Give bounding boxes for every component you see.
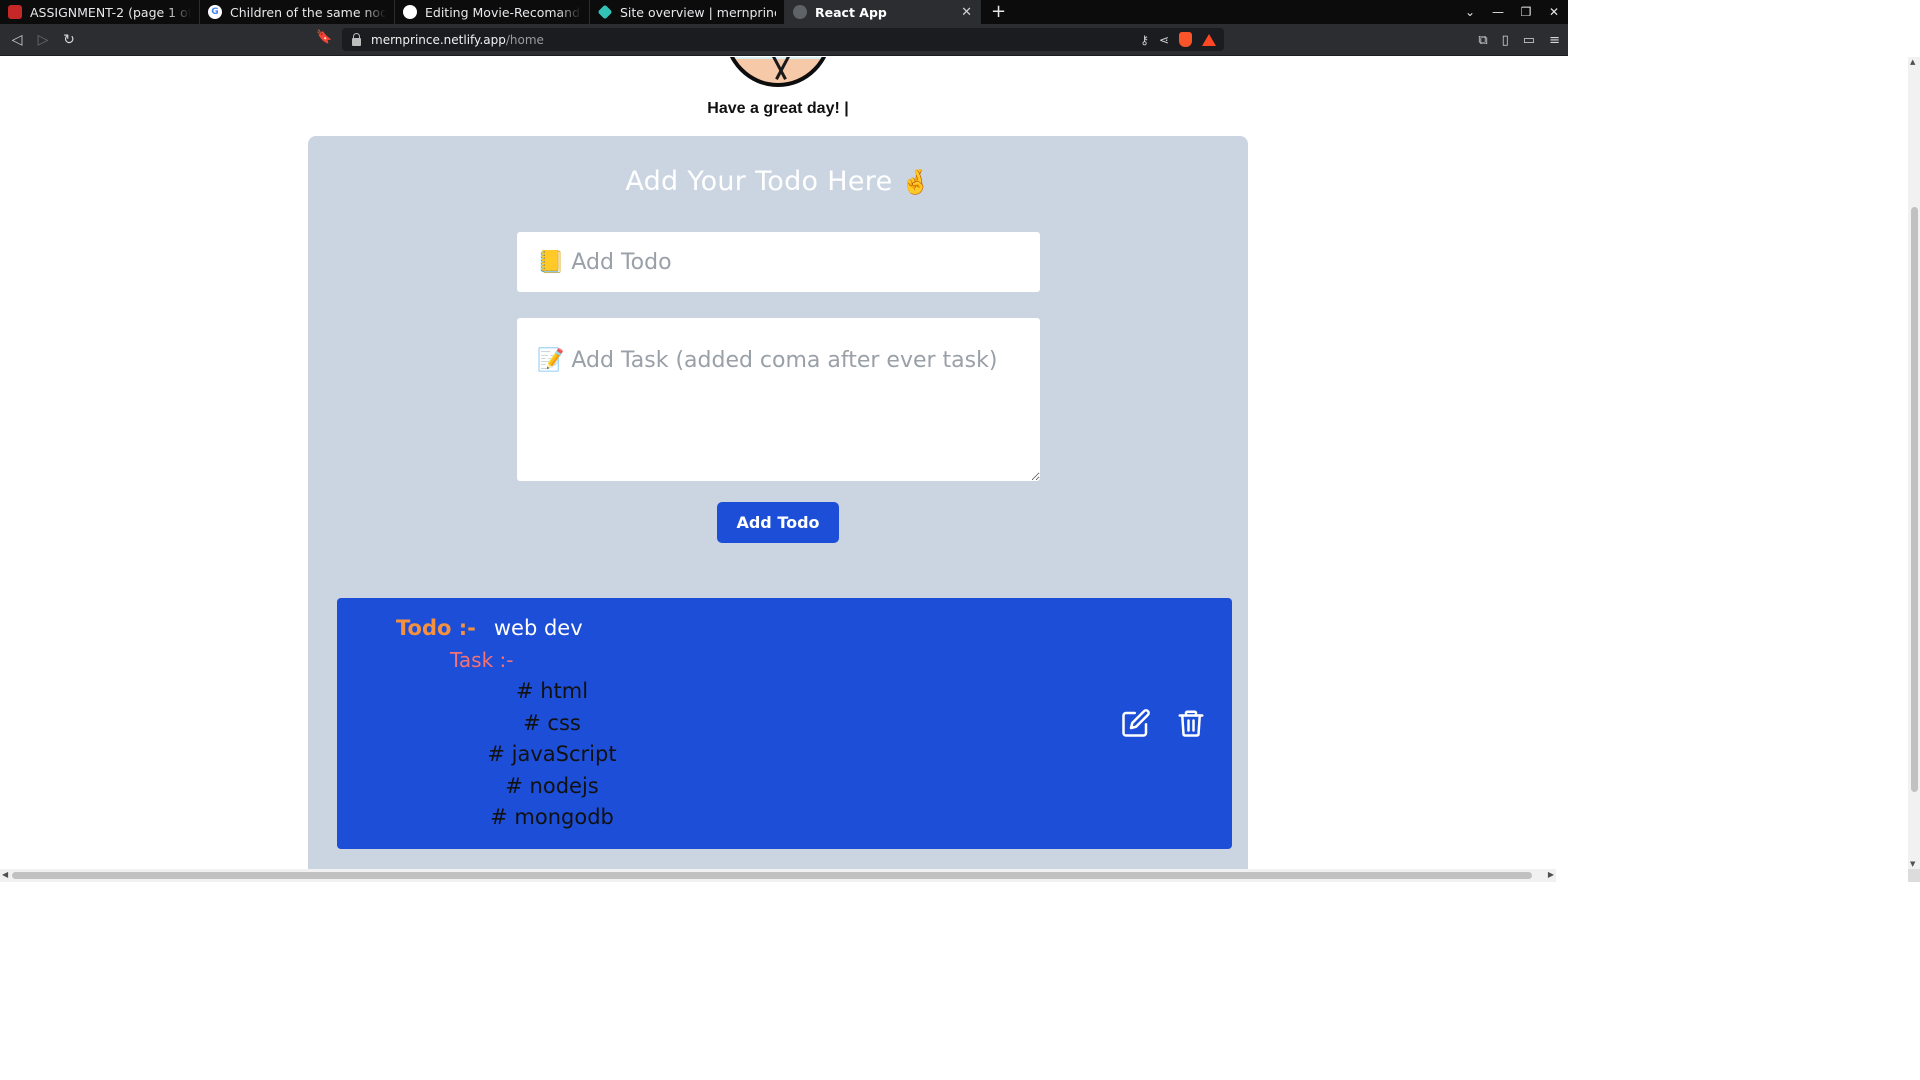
globe-icon <box>793 5 807 19</box>
toolbar-right-buttons: ⧉ ▯ ▭ ≡ <box>1478 24 1560 56</box>
tab-title: Editing Movie-Recomandation <box>425 4 581 20</box>
edit-icon[interactable] <box>1121 708 1151 738</box>
greeting-text: Have a great day! | <box>707 100 849 117</box>
scrollbar-corner <box>1908 869 1920 882</box>
tab-title: Children of the same node are <box>230 4 386 20</box>
url-host: mernprince.netlify.app <box>371 32 506 47</box>
vertical-scroll-thumb[interactable] <box>1911 207 1918 792</box>
netlify-icon <box>597 4 613 20</box>
trash-icon[interactable] <box>1176 708 1206 738</box>
card-title: Add Your Todo Here 🤞 <box>308 166 1248 197</box>
browser-toolbar: ◁ ▷ ↻ 🔖 mernprince.netlify.app/home ⚷ ⋖ … <box>0 24 1568 56</box>
scroll-left-arrow[interactable]: ◀ <box>2 870 8 879</box>
crossed-fingers-icon: 🤞 <box>900 168 931 196</box>
tab-title: Site overview | mernprince <box>620 4 776 20</box>
minimize-icon[interactable]: — <box>1484 5 1512 19</box>
extensions-icon[interactable]: ⧉ <box>1478 33 1487 48</box>
share-icon[interactable]: ⋖ <box>1159 33 1169 47</box>
page-viewport: Have a great day! | Add Your Todo Here 🤞 … <box>0 57 1556 869</box>
todo-name: web dev <box>493 616 583 640</box>
back-icon[interactable]: ◁ <box>4 32 30 48</box>
key-icon[interactable]: ⚷ <box>1140 33 1149 47</box>
github-icon <box>403 5 417 19</box>
tab-title: React App <box>815 4 887 20</box>
task-item: # nodejs <box>505 773 599 798</box>
avatar <box>724 57 832 87</box>
window-controls: ⌄ — ❐ ✕ <box>1456 0 1568 24</box>
scroll-up-arrow[interactable]: ▲ <box>1910 58 1915 66</box>
url-path: /home <box>505 32 544 47</box>
sidebar-icon[interactable]: ▯ <box>1502 33 1509 48</box>
reload-icon[interactable]: ↻ <box>56 32 82 48</box>
wallet-icon[interactable]: ▭ <box>1523 33 1535 48</box>
google-icon: G <box>208 5 222 19</box>
tab-assignment-pdf[interactable]: ASSIGNMENT-2 (page 1 of 12) <box>0 0 200 24</box>
tab-list-icon[interactable]: ⌄ <box>1456 5 1484 19</box>
tab-google-search[interactable]: G Children of the same node are <box>200 0 395 24</box>
task-item: # css <box>523 710 581 735</box>
tab-netlify-site-overview[interactable]: Site overview | mernprince <box>590 0 785 24</box>
task-item: # javaScript <box>487 742 617 766</box>
add-task-textarea[interactable] <box>517 318 1040 481</box>
pdf-icon <box>8 5 22 19</box>
new-tab-button[interactable]: + <box>981 0 1016 24</box>
vertical-scrollbar[interactable]: ▲ ▼ <box>1908 57 1920 869</box>
card-title-text: Add Your Todo Here <box>625 166 893 197</box>
task-list: # html # css # javaScript # nodejs # mon… <box>467 676 637 834</box>
tab-github-editing[interactable]: Editing Movie-Recomandation <box>395 0 590 24</box>
task-label: Task :- <box>450 648 514 672</box>
todo-row: Todo :- web dev <box>396 616 583 640</box>
close-window-icon[interactable]: ✕ <box>1540 5 1568 19</box>
horizontal-scrollbar[interactable]: ◀ ▶ <box>0 869 1556 882</box>
close-tab-icon[interactable]: ✕ <box>961 5 972 20</box>
task-item: # mongodb <box>490 805 614 829</box>
scroll-right-arrow[interactable]: ▶ <box>1548 870 1554 879</box>
todo-label: Todo :- <box>396 616 476 640</box>
brave-shields-icon[interactable] <box>1179 32 1192 47</box>
brave-rewards-icon[interactable] <box>1202 33 1216 46</box>
add-todo-button[interactable]: Add Todo <box>717 502 839 543</box>
restore-icon[interactable]: ❐ <box>1512 5 1540 19</box>
address-bar[interactable]: mernprince.netlify.app/home ⚷ ⋖ <box>342 28 1224 51</box>
browser-tabstrip: ASSIGNMENT-2 (page 1 of 12) G Children o… <box>0 0 1568 24</box>
address-bar-actions: ⚷ ⋖ <box>1140 28 1216 51</box>
tab-title: ASSIGNMENT-2 (page 1 of 12) <box>30 4 191 20</box>
add-todo-input[interactable] <box>517 232 1040 292</box>
lock-icon <box>352 32 361 46</box>
task-item: # html <box>515 679 589 703</box>
horizontal-scroll-thumb[interactable] <box>12 872 1532 879</box>
tab-react-app[interactable]: React App ✕ <box>785 0 981 24</box>
todo-form-card: Add Your Todo Here🤞 Add Todo Todo :- web … <box>308 136 1248 869</box>
scroll-down-arrow[interactable]: ▼ <box>1910 860 1915 868</box>
bookmark-icon[interactable]: 🔖 <box>316 30 332 45</box>
todo-item: Todo :- web dev Task :- # html # css # ja… <box>337 598 1232 849</box>
forward-icon[interactable]: ▷ <box>30 32 56 48</box>
menu-icon[interactable]: ≡ <box>1549 33 1560 48</box>
